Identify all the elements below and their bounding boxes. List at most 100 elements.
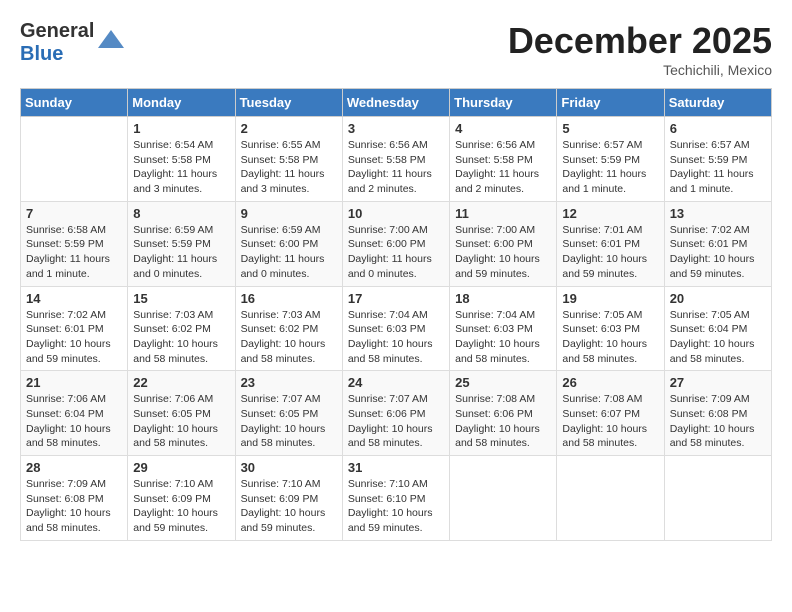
day-number: 28 — [26, 460, 122, 475]
day-cell: 1 Sunrise: 6:54 AM Sunset: 5:58 PM Daylig… — [128, 117, 235, 202]
day-cell — [450, 456, 557, 541]
day-number: 14 — [26, 291, 122, 306]
day-info: Sunrise: 6:57 AM Sunset: 5:59 PM Dayligh… — [670, 138, 766, 197]
day-cell: 24 Sunrise: 7:07 AM Sunset: 6:06 PM Dayli… — [342, 371, 449, 456]
day-cell: 12 Sunrise: 7:01 AM Sunset: 6:01 PM Dayli… — [557, 201, 664, 286]
day-number: 8 — [133, 206, 229, 221]
day-number: 18 — [455, 291, 551, 306]
day-cell: 4 Sunrise: 6:56 AM Sunset: 5:58 PM Daylig… — [450, 117, 557, 202]
day-number: 17 — [348, 291, 444, 306]
day-cell — [664, 456, 771, 541]
day-cell: 3 Sunrise: 6:56 AM Sunset: 5:58 PM Daylig… — [342, 117, 449, 202]
logo-text: General Blue — [20, 20, 94, 66]
day-cell: 31Sunrise: 7:10 AM Sunset: 6:10 PM Dayli… — [342, 456, 449, 541]
day-cell: 21Sunrise: 7:06 AM Sunset: 6:04 PM Dayli… — [21, 371, 128, 456]
day-info: Sunrise: 7:06 AM Sunset: 6:04 PM Dayligh… — [26, 392, 122, 451]
day-cell: 28 Sunrise: 7:09 AM Sunset: 6:08 PM Dayli… — [21, 456, 128, 541]
day-info: Sunrise: 7:05 AM Sunset: 6:03 PM Dayligh… — [562, 308, 658, 367]
day-number: 2 — [241, 121, 337, 136]
day-info: Sunrise: 6:59 AM Sunset: 6:00 PM Dayligh… — [241, 223, 337, 282]
day-number: 3 — [348, 121, 444, 136]
day-info: Sunrise: 7:03 AM Sunset: 6:02 PM Dayligh… — [241, 308, 337, 367]
day-cell: 18 Sunrise: 7:04 AM Sunset: 6:03 PM Dayli… — [450, 286, 557, 371]
day-number: 26 — [562, 375, 658, 390]
logo-icon — [96, 28, 126, 58]
day-info: Sunrise: 7:00 AM Sunset: 6:00 PM Dayligh… — [348, 223, 444, 282]
header-wednesday: Wednesday — [342, 89, 449, 117]
day-info: Sunrise: 7:03 AM Sunset: 6:02 PM Dayligh… — [133, 308, 229, 367]
logo-blue: Blue — [20, 43, 63, 65]
day-info: Sunrise: 7:10 AM Sunset: 6:10 PM Dayligh… — [348, 477, 444, 536]
day-info: Sunrise: 7:09 AM Sunset: 6:08 PM Dayligh… — [26, 477, 122, 536]
day-info: Sunrise: 7:07 AM Sunset: 6:06 PM Dayligh… — [348, 392, 444, 451]
day-info: Sunrise: 7:07 AM Sunset: 6:05 PM Dayligh… — [241, 392, 337, 451]
day-cell: 17 Sunrise: 7:04 AM Sunset: 6:03 PM Dayli… — [342, 286, 449, 371]
week-row-5: 28 Sunrise: 7:09 AM Sunset: 6:08 PM Dayli… — [21, 456, 772, 541]
day-cell: 25 Sunrise: 7:08 AM Sunset: 6:06 PM Dayli… — [450, 371, 557, 456]
day-number: 15 — [133, 291, 229, 306]
day-info: Sunrise: 7:10 AM Sunset: 6:09 PM Dayligh… — [241, 477, 337, 536]
day-number: 25 — [455, 375, 551, 390]
day-cell: 23Sunrise: 7:07 AM Sunset: 6:05 PM Dayli… — [235, 371, 342, 456]
day-number: 10 — [348, 206, 444, 221]
day-number: 7 — [26, 206, 122, 221]
month-title: December 2025 — [508, 20, 772, 62]
day-info: Sunrise: 7:09 AM Sunset: 6:08 PM Dayligh… — [670, 392, 766, 451]
logo: General Blue — [20, 20, 126, 66]
day-number: 1 — [133, 121, 229, 136]
day-cell: 30 Sunrise: 7:10 AM Sunset: 6:09 PM Dayli… — [235, 456, 342, 541]
day-number: 16 — [241, 291, 337, 306]
day-info: Sunrise: 6:56 AM Sunset: 5:58 PM Dayligh… — [455, 138, 551, 197]
page-header: General Blue December 2025 Techichili, M… — [20, 20, 772, 78]
day-info: Sunrise: 7:05 AM Sunset: 6:04 PM Dayligh… — [670, 308, 766, 367]
day-number: 20 — [670, 291, 766, 306]
day-number: 11 — [455, 206, 551, 221]
day-info: Sunrise: 7:04 AM Sunset: 6:03 PM Dayligh… — [348, 308, 444, 367]
day-number: 19 — [562, 291, 658, 306]
day-cell: 10 Sunrise: 7:00 AM Sunset: 6:00 PM Dayli… — [342, 201, 449, 286]
day-info: Sunrise: 6:57 AM Sunset: 5:59 PM Dayligh… — [562, 138, 658, 197]
day-cell: 13Sunrise: 7:02 AM Sunset: 6:01 PM Dayli… — [664, 201, 771, 286]
header-thursday: Thursday — [450, 89, 557, 117]
header-friday: Friday — [557, 89, 664, 117]
day-number: 27 — [670, 375, 766, 390]
day-cell: 19 Sunrise: 7:05 AM Sunset: 6:03 PM Dayli… — [557, 286, 664, 371]
day-info: Sunrise: 7:10 AM Sunset: 6:09 PM Dayligh… — [133, 477, 229, 536]
day-info: Sunrise: 7:04 AM Sunset: 6:03 PM Dayligh… — [455, 308, 551, 367]
week-row-4: 21Sunrise: 7:06 AM Sunset: 6:04 PM Dayli… — [21, 371, 772, 456]
day-number: 24 — [348, 375, 444, 390]
week-row-2: 7Sunrise: 6:58 AM Sunset: 5:59 PM Daylig… — [21, 201, 772, 286]
day-cell: 11Sunrise: 7:00 AM Sunset: 6:00 PM Dayli… — [450, 201, 557, 286]
day-number: 12 — [562, 206, 658, 221]
logo-general: General — [20, 20, 94, 42]
day-cell: 9 Sunrise: 6:59 AM Sunset: 6:00 PM Daylig… — [235, 201, 342, 286]
day-number: 30 — [241, 460, 337, 475]
day-cell: 5Sunrise: 6:57 AM Sunset: 5:59 PM Daylig… — [557, 117, 664, 202]
day-info: Sunrise: 7:08 AM Sunset: 6:06 PM Dayligh… — [455, 392, 551, 451]
day-cell — [557, 456, 664, 541]
day-number: 9 — [241, 206, 337, 221]
header-monday: Monday — [128, 89, 235, 117]
week-row-3: 14Sunrise: 7:02 AM Sunset: 6:01 PM Dayli… — [21, 286, 772, 371]
day-cell: 20 Sunrise: 7:05 AM Sunset: 6:04 PM Dayli… — [664, 286, 771, 371]
title-block: December 2025 Techichili, Mexico — [508, 20, 772, 78]
day-cell: 7Sunrise: 6:58 AM Sunset: 5:59 PM Daylig… — [21, 201, 128, 286]
header-sunday: Sunday — [21, 89, 128, 117]
day-cell: 26 Sunrise: 7:08 AM Sunset: 6:07 PM Dayli… — [557, 371, 664, 456]
day-cell — [21, 117, 128, 202]
day-cell: 8 Sunrise: 6:59 AM Sunset: 5:59 PM Daylig… — [128, 201, 235, 286]
day-info: Sunrise: 7:01 AM Sunset: 6:01 PM Dayligh… — [562, 223, 658, 282]
day-info: Sunrise: 7:08 AM Sunset: 6:07 PM Dayligh… — [562, 392, 658, 451]
header-tuesday: Tuesday — [235, 89, 342, 117]
day-cell: 27 Sunrise: 7:09 AM Sunset: 6:08 PM Dayli… — [664, 371, 771, 456]
day-cell: 6Sunrise: 6:57 AM Sunset: 5:59 PM Daylig… — [664, 117, 771, 202]
day-info: Sunrise: 6:59 AM Sunset: 5:59 PM Dayligh… — [133, 223, 229, 282]
calendar-header-row: SundayMondayTuesdayWednesdayThursdayFrid… — [21, 89, 772, 117]
day-info: Sunrise: 6:55 AM Sunset: 5:58 PM Dayligh… — [241, 138, 337, 197]
day-info: Sunrise: 6:54 AM Sunset: 5:58 PM Dayligh… — [133, 138, 229, 197]
day-info: Sunrise: 7:02 AM Sunset: 6:01 PM Dayligh… — [670, 223, 766, 282]
day-cell: 2 Sunrise: 6:55 AM Sunset: 5:58 PM Daylig… — [235, 117, 342, 202]
day-info: Sunrise: 6:56 AM Sunset: 5:58 PM Dayligh… — [348, 138, 444, 197]
week-row-1: 1 Sunrise: 6:54 AM Sunset: 5:58 PM Daylig… — [21, 117, 772, 202]
day-number: 4 — [455, 121, 551, 136]
